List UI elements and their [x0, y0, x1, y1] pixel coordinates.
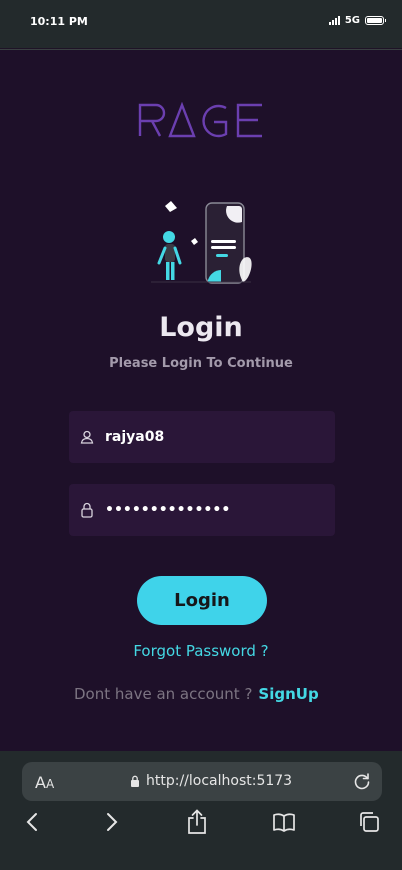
forgot-password-link[interactable]: Forgot Password ? — [0, 642, 402, 660]
signal-icon — [328, 16, 340, 25]
browser-nav — [0, 809, 402, 841]
user-icon — [69, 430, 105, 444]
username-input[interactable] — [105, 429, 315, 445]
back-icon[interactable] — [25, 811, 39, 833]
status-indicators: 5G — [328, 15, 386, 26]
reload-icon[interactable] — [352, 771, 372, 791]
login-button[interactable]: Login — [137, 576, 267, 625]
browser-toolbar: AA http://localhost:5173 — [0, 751, 402, 870]
share-icon[interactable] — [186, 809, 208, 835]
no-account-text: Dont have an account ? — [74, 685, 253, 703]
login-page: Login Please Login To Continue Login For… — [0, 49, 402, 751]
url-text: http://localhost:5173 — [146, 773, 293, 789]
page-subtitle: Please Login To Continue — [109, 356, 293, 371]
password-field[interactable] — [69, 484, 335, 536]
text-size-small: A — [45, 777, 55, 791]
username-field[interactable] — [69, 411, 335, 463]
url-display[interactable]: http://localhost:5173 — [130, 773, 292, 789]
text-size-button[interactable]: AA — [35, 773, 54, 792]
status-bar: 10:11 PM 5G — [0, 0, 402, 48]
text-size-large: A — [35, 773, 46, 792]
status-time: 10:11 PM — [30, 15, 88, 28]
brand-logo — [138, 102, 262, 138]
signup-link[interactable]: SignUp — [258, 685, 318, 703]
lock-icon — [69, 502, 105, 518]
network-type: 5G — [344, 15, 360, 26]
tabs-icon[interactable] — [358, 811, 380, 833]
password-input[interactable] — [105, 502, 315, 518]
bookmarks-icon[interactable] — [272, 811, 296, 833]
signup-prompt: Dont have an account ? SignUp — [74, 685, 319, 703]
battery-icon — [365, 16, 386, 25]
forward-icon[interactable] — [105, 811, 119, 833]
page-title: Login — [159, 312, 243, 343]
address-bar[interactable]: AA http://localhost:5173 — [22, 762, 382, 801]
lock-icon — [131, 775, 139, 787]
login-illustration — [151, 201, 252, 284]
